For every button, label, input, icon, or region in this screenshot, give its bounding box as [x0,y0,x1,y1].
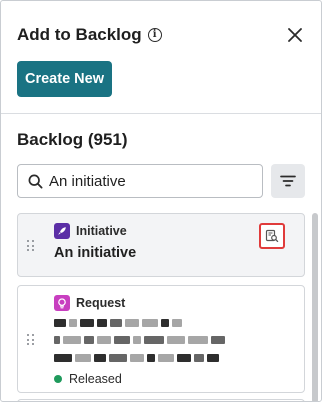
rocket-icon [54,223,70,239]
title-row: Add to Backlog i [17,25,162,45]
search-icon [28,174,43,188]
redacted-text [54,319,182,327]
close-button[interactable] [285,25,305,45]
add-to-backlog-panel: Add to Backlog i Create New Backlog (951… [0,0,322,402]
item-type-row: Request [54,295,125,311]
status-label: Released [69,372,122,386]
panel-header: Add to Backlog i Create New [1,1,321,113]
item-name[interactable]: An initiative [54,245,136,261]
item-type-label: Request [76,296,126,310]
search-input[interactable] [49,172,249,190]
drag-handle-icon[interactable] [27,240,35,252]
preview-button[interactable] [259,223,285,249]
item-type-row: Initiative [54,223,127,239]
info-icon[interactable]: i [147,28,162,42]
backlog-title: Backlog (951) [17,130,128,149]
create-new-button[interactable]: Create New [17,61,112,97]
preview-icon [265,229,279,243]
search-box[interactable] [17,164,263,198]
backlog-item-card[interactable]: Initiative An initiative [17,213,305,277]
backlog-item-card[interactable]: Request Released [17,285,305,393]
header-divider [1,113,321,114]
scrollbar[interactable] [312,213,318,401]
status-dot [54,375,62,383]
filter-icon [280,175,296,187]
redacted-text [54,336,225,344]
drag-handle-icon[interactable] [27,334,35,346]
item-type-label: Initiative [76,224,127,238]
item-status: Released [54,372,122,386]
panel-title: Add to Backlog [17,25,142,44]
filter-button[interactable] [271,164,305,198]
close-icon [288,28,302,42]
redacted-text [54,354,219,362]
lightbulb-icon [54,295,70,311]
